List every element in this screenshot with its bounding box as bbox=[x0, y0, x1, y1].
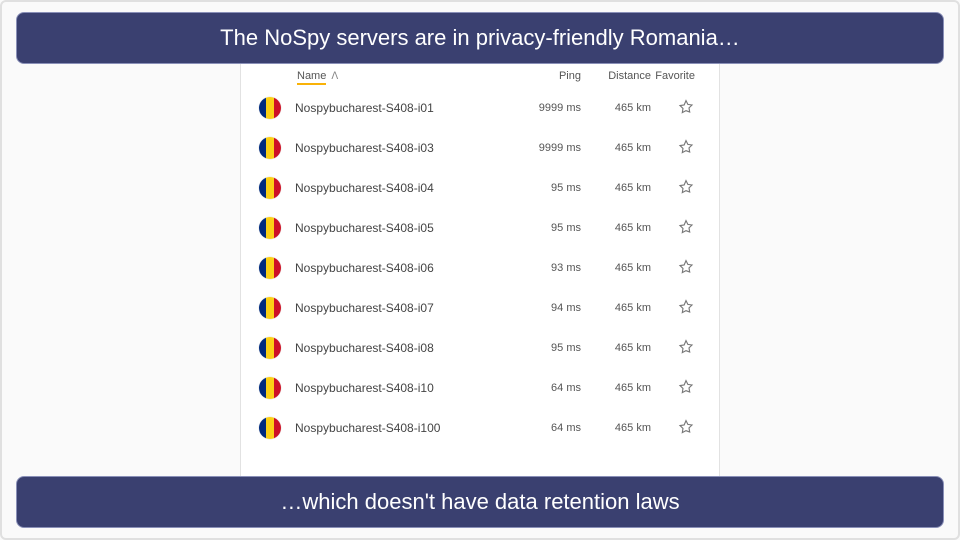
star-outline-icon bbox=[677, 138, 695, 156]
table-row[interactable]: Nospybucharest-S408-i0595 ms465 km bbox=[241, 208, 719, 248]
flag-romania-icon bbox=[259, 297, 281, 319]
server-name: Nospybucharest-S408-i08 bbox=[295, 341, 511, 355]
flag-romania-icon bbox=[259, 97, 281, 119]
star-outline-icon bbox=[677, 258, 695, 276]
header-name[interactable]: Name ᐱ bbox=[259, 70, 511, 82]
server-distance: 465 km bbox=[581, 382, 651, 394]
server-ping: 64 ms bbox=[511, 422, 581, 434]
caption-bottom-text: …which doesn't have data retention laws bbox=[280, 489, 679, 515]
server-name: Nospybucharest-S408-i10 bbox=[295, 381, 511, 395]
server-name: Nospybucharest-S408-i01 bbox=[295, 101, 511, 115]
flag-romania-icon bbox=[259, 377, 281, 399]
table-row[interactable]: Nospybucharest-S408-i1064 ms465 km bbox=[241, 368, 719, 408]
favorite-toggle[interactable] bbox=[651, 378, 701, 399]
flag-romania-icon bbox=[259, 177, 281, 199]
table-row[interactable]: Nospybucharest-S408-i019999 ms465 km bbox=[241, 88, 719, 128]
server-ping: 64 ms bbox=[511, 382, 581, 394]
table-row[interactable]: Nospybucharest-S408-i10064 ms465 km bbox=[241, 408, 719, 448]
server-distance: 465 km bbox=[581, 102, 651, 114]
server-name: Nospybucharest-S408-i04 bbox=[295, 181, 511, 195]
flag-romania-icon bbox=[259, 257, 281, 279]
server-ping: 9999 ms bbox=[511, 142, 581, 154]
star-outline-icon bbox=[677, 218, 695, 236]
table-row[interactable]: Nospybucharest-S408-i039999 ms465 km bbox=[241, 128, 719, 168]
favorite-toggle[interactable] bbox=[651, 418, 701, 439]
star-outline-icon bbox=[677, 98, 695, 116]
favorite-toggle[interactable] bbox=[651, 298, 701, 319]
server-ping: 95 ms bbox=[511, 182, 581, 194]
server-distance: 465 km bbox=[581, 222, 651, 234]
caption-top-text: The NoSpy servers are in privacy-friendl… bbox=[220, 25, 740, 51]
star-outline-icon bbox=[677, 338, 695, 356]
flag-romania-icon bbox=[259, 337, 281, 359]
sort-asc-icon: ᐱ bbox=[331, 71, 338, 82]
table-row[interactable]: Nospybucharest-S408-i0693 ms465 km bbox=[241, 248, 719, 288]
server-ping: 95 ms bbox=[511, 222, 581, 234]
header-distance[interactable]: Distance bbox=[581, 70, 651, 82]
table-row[interactable]: Nospybucharest-S408-i0495 ms465 km bbox=[241, 168, 719, 208]
table-row[interactable]: Nospybucharest-S408-i0895 ms465 km bbox=[241, 328, 719, 368]
server-ping: 93 ms bbox=[511, 262, 581, 274]
header-favorite[interactable]: Favorite bbox=[651, 70, 701, 82]
server-ping: 95 ms bbox=[511, 342, 581, 354]
server-distance: 465 km bbox=[581, 422, 651, 434]
server-name: Nospybucharest-S408-i03 bbox=[295, 141, 511, 155]
server-name: Nospybucharest-S408-i100 bbox=[295, 421, 511, 435]
star-outline-icon bbox=[677, 178, 695, 196]
favorite-toggle[interactable] bbox=[651, 98, 701, 119]
server-ping: 9999 ms bbox=[511, 102, 581, 114]
server-distance: 465 km bbox=[581, 342, 651, 354]
favorite-toggle[interactable] bbox=[651, 338, 701, 359]
server-distance: 465 km bbox=[581, 142, 651, 154]
table-header: Name ᐱ Ping Distance Favorite bbox=[241, 64, 719, 88]
server-distance: 465 km bbox=[581, 302, 651, 314]
flag-romania-icon bbox=[259, 417, 281, 439]
caption-bottom: …which doesn't have data retention laws bbox=[16, 476, 944, 528]
table-row[interactable]: Nospybucharest-S408-i0794 ms465 km bbox=[241, 288, 719, 328]
header-name-label: Name bbox=[297, 70, 326, 85]
header-ping[interactable]: Ping bbox=[511, 70, 581, 82]
server-name: Nospybucharest-S408-i06 bbox=[295, 261, 511, 275]
server-list-panel: Name ᐱ Ping Distance Favorite Nospybucha… bbox=[240, 64, 720, 476]
star-outline-icon bbox=[677, 378, 695, 396]
server-ping: 94 ms bbox=[511, 302, 581, 314]
caption-top: The NoSpy servers are in privacy-friendl… bbox=[16, 12, 944, 64]
favorite-toggle[interactable] bbox=[651, 218, 701, 239]
server-rows: Nospybucharest-S408-i019999 ms465 kmNosp… bbox=[241, 88, 719, 448]
flag-romania-icon bbox=[259, 217, 281, 239]
star-outline-icon bbox=[677, 418, 695, 436]
flag-romania-icon bbox=[259, 137, 281, 159]
server-name: Nospybucharest-S408-i07 bbox=[295, 301, 511, 315]
server-name: Nospybucharest-S408-i05 bbox=[295, 221, 511, 235]
favorite-toggle[interactable] bbox=[651, 178, 701, 199]
favorite-toggle[interactable] bbox=[651, 138, 701, 159]
star-outline-icon bbox=[677, 298, 695, 316]
favorite-toggle[interactable] bbox=[651, 258, 701, 279]
server-distance: 465 km bbox=[581, 262, 651, 274]
server-distance: 465 km bbox=[581, 182, 651, 194]
